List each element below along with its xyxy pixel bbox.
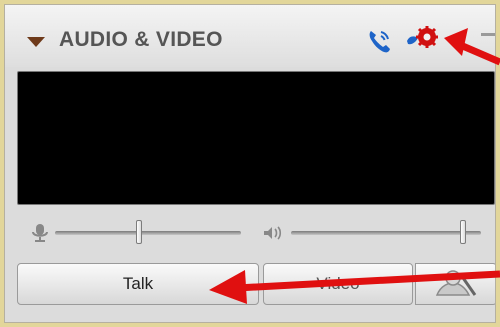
mic-volume-slider[interactable] bbox=[55, 220, 241, 244]
video-display bbox=[17, 71, 495, 205]
microphone-icon bbox=[31, 223, 49, 248]
panel-header: AUDIO & VIDEO bbox=[5, 5, 495, 67]
speaker-icon bbox=[261, 223, 283, 248]
speaker-volume-slider[interactable] bbox=[291, 220, 481, 244]
collapse-triangle-icon[interactable] bbox=[27, 37, 45, 47]
mic-slider-thumb[interactable] bbox=[136, 220, 142, 244]
speaker-slider-thumb[interactable] bbox=[460, 220, 466, 244]
phone-handset-icon[interactable] bbox=[365, 27, 393, 60]
annotation-arrow-top bbox=[444, 28, 500, 66]
panel-title: AUDIO & VIDEO bbox=[59, 28, 223, 51]
annotation-arrow-bottom bbox=[209, 270, 500, 304]
